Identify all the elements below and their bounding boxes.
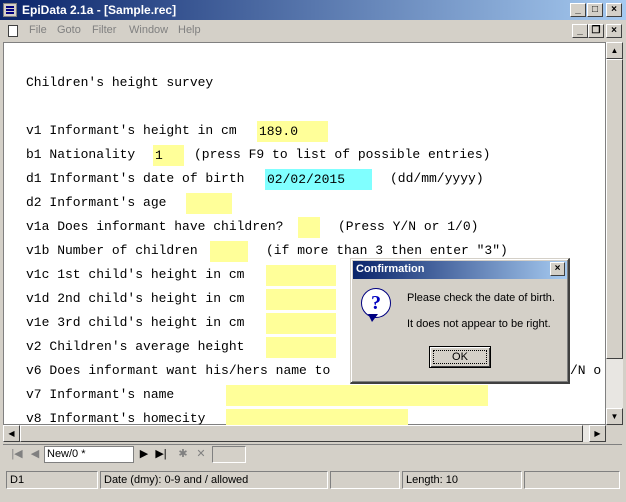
scroll-right-button[interactable]: ▶ (589, 425, 606, 442)
field-v1[interactable]: 189.0 (257, 121, 328, 142)
question-icon-tail (368, 314, 378, 322)
delete-record-icon[interactable]: ✕ (193, 446, 209, 463)
label-v2: v2 Children's average height (26, 339, 245, 354)
new-record-icon[interactable]: ✱ (175, 446, 191, 463)
hint-d1: (dd/mm/yyyy) (390, 171, 484, 186)
hint-v1a: (Press Y/N or 1/0) (338, 219, 479, 234)
label-v1c: v1c 1st child's height in cm (26, 267, 245, 282)
menu-goto[interactable]: Goto (57, 24, 81, 36)
hint-v6: /N o (570, 363, 602, 378)
field-b1[interactable]: 1 (153, 145, 184, 166)
field-v8[interactable] (226, 409, 408, 425)
label-v1: v1 Informant's height in cm (26, 123, 237, 138)
scroll-up-button[interactable]: ▲ (606, 42, 623, 59)
doc-close-button[interactable]: × (606, 24, 622, 38)
field-v1e[interactable] (266, 313, 336, 334)
dialog-message-2: It does not appear to be right. (407, 318, 551, 330)
doc-restore-button[interactable]: ❐ (588, 24, 604, 38)
field-v1c[interactable] (266, 265, 336, 286)
status-blank-1 (330, 471, 400, 489)
minimize-button[interactable]: _ (570, 3, 586, 17)
field-v1b[interactable] (210, 241, 248, 262)
label-v1a: v1a Does informant have children? (26, 219, 284, 234)
menu-file[interactable]: File (29, 24, 47, 36)
doc-minimize-button[interactable]: _ (572, 24, 588, 38)
label-v1d: v1d 2nd child's height in cm (26, 291, 245, 306)
vertical-scroll-thumb[interactable] (606, 59, 623, 359)
dialog-message-1: Please check the date of birth. (407, 292, 555, 304)
field-v1a[interactable] (298, 217, 320, 238)
label-v7: v7 Informant's name (26, 387, 175, 402)
status-field-name: D1 (6, 471, 98, 489)
first-record-icon[interactable]: |◀ (9, 446, 25, 463)
label-v1e: v1e 3rd child's height in cm (26, 315, 245, 330)
scroll-down-button[interactable]: ▼ (606, 408, 623, 425)
scroll-left-button[interactable]: ◀ (3, 425, 20, 442)
status-field-info: Date (dmy): 0-9 and / allowed (100, 471, 328, 489)
maximize-button[interactable]: □ (587, 3, 603, 17)
horizontal-scroll-thumb[interactable] (20, 425, 583, 442)
menu-help[interactable]: Help (178, 24, 201, 36)
dialog-close-button[interactable]: × (550, 262, 565, 276)
record-flag-box (212, 446, 246, 463)
field-d2[interactable] (186, 193, 232, 214)
prev-record-icon[interactable]: ◀ (27, 446, 43, 463)
hint-b1: (press F9 to list of possible entries) (194, 147, 491, 162)
field-v7[interactable] (226, 385, 488, 406)
status-blank-2 (524, 471, 620, 489)
field-v2[interactable] (266, 337, 336, 358)
app-icon[interactable] (3, 3, 17, 17)
last-record-icon[interactable]: ▶| (153, 446, 169, 463)
close-button[interactable]: × (606, 3, 622, 17)
window-title: EpiData 2.1a - [Sample.rec] (22, 3, 177, 17)
ok-focus-rect (433, 350, 487, 364)
record-number-field[interactable]: New/0 * (44, 446, 134, 463)
field-d1[interactable]: 02/02/2015 (265, 169, 372, 190)
scroll-corner (606, 425, 623, 442)
label-v1b: v1b Number of children (26, 243, 198, 258)
hint-v1b: (if more than 3 then enter "3") (266, 243, 508, 258)
form-title: Children's height survey (26, 75, 214, 90)
status-length: Length: 10 (402, 471, 522, 489)
menu-filter[interactable]: Filter (92, 24, 116, 36)
next-record-icon[interactable]: ▶ (136, 446, 152, 463)
label-v6: v6 Does informant want his/hers name to (26, 363, 331, 378)
document-icon[interactable] (8, 25, 18, 37)
field-v1d[interactable] (266, 289, 336, 310)
dialog-title: Confirmation (356, 263, 425, 275)
label-d2: d2 Informant's age (26, 195, 167, 210)
menu-window[interactable]: Window (129, 24, 168, 36)
label-d1: d1 Informant's date of birth (26, 171, 245, 186)
label-b1: b1 Nationality (26, 147, 136, 162)
